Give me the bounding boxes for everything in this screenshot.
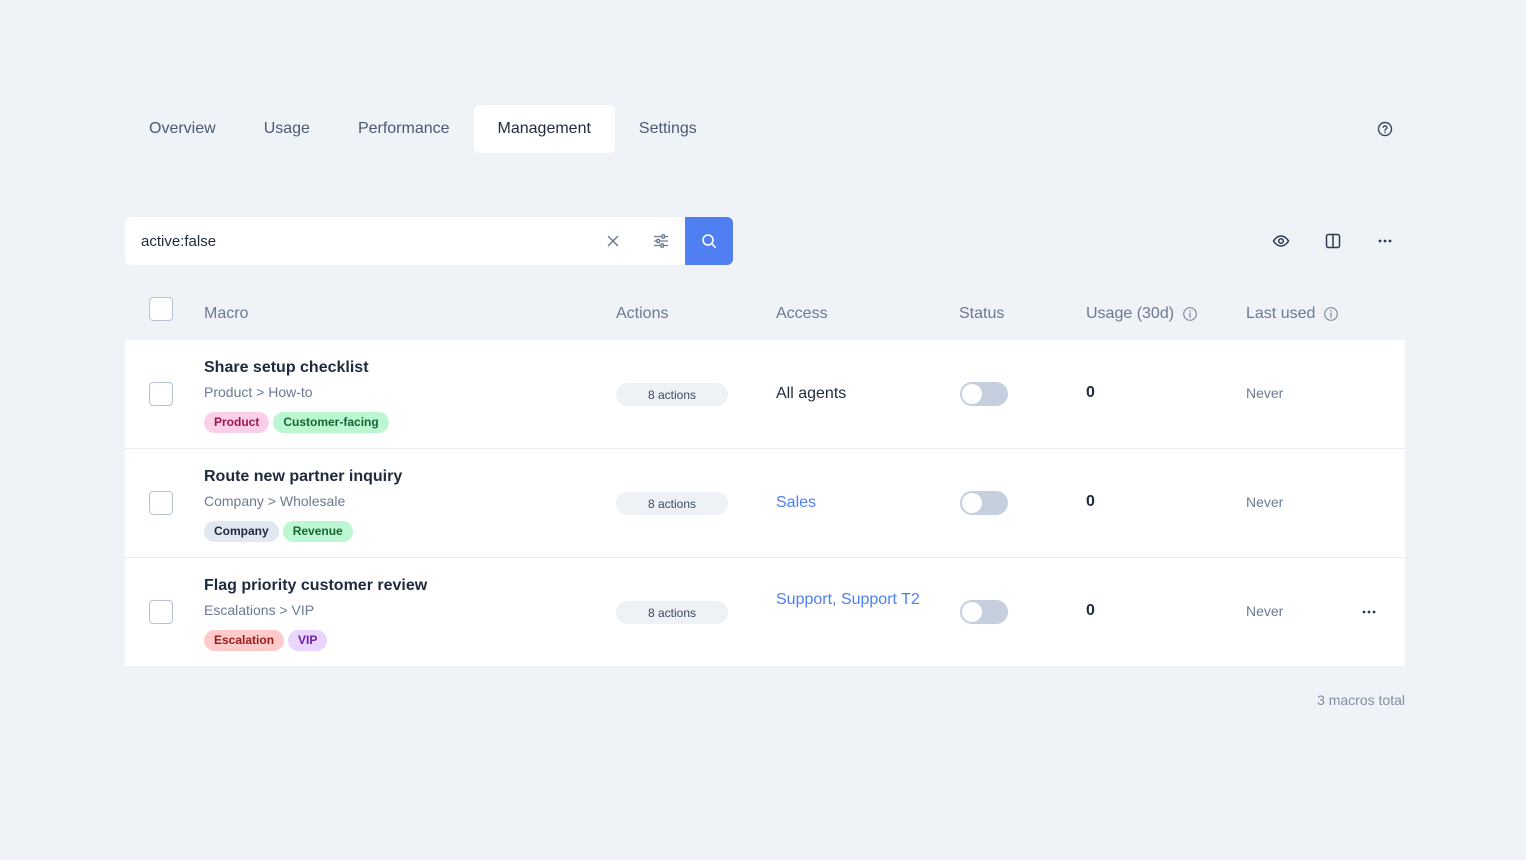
search-input[interactable] [141, 221, 581, 261]
table-row[interactable]: Flag priority customer review Escalation… [125, 558, 1405, 666]
status-toggle[interactable] [960, 600, 1008, 624]
table-header: Macro Actions Access Status Usage (30d) … [125, 290, 1405, 340]
select-all-checkbox[interactable] [149, 297, 173, 321]
access-text: All agents [776, 385, 847, 402]
status-toggle[interactable] [960, 382, 1008, 406]
tab-overview[interactable]: Overview [125, 105, 240, 153]
actions-count-badge[interactable]: 8 actions [616, 492, 728, 515]
macro-title[interactable]: Flag priority customer review [204, 577, 427, 595]
usage-count: 0 [1086, 493, 1095, 510]
row-more-icon[interactable] [1357, 600, 1381, 624]
access-link[interactable]: Sales [776, 494, 816, 511]
tab-bar: Overview Usage Performance Management Se… [125, 105, 721, 153]
column-header-macro[interactable]: Macro [204, 302, 248, 326]
tab-usage[interactable]: Usage [240, 105, 334, 153]
tag-list: Company Revenue [204, 521, 353, 542]
macro-path: Escalations > VIP [204, 602, 315, 618]
status-toggle[interactable] [960, 491, 1008, 515]
columns-icon[interactable] [1321, 229, 1345, 253]
macro-path: Company > Wholesale [204, 493, 346, 509]
row-checkbox[interactable] [149, 600, 173, 624]
tag-list: Product Customer-facing [204, 412, 389, 433]
macro-table: Share setup checklist Product > How-to P… [125, 340, 1405, 666]
column-header-last-used[interactable]: Last used [1246, 302, 1339, 326]
clear-icon[interactable] [601, 229, 625, 253]
access-links: Sales [776, 491, 926, 515]
last-used-value: Never [1246, 603, 1284, 619]
search-icon [702, 234, 716, 248]
tab-management[interactable]: Management [473, 105, 615, 153]
access-links: Support, Support T2 [776, 591, 920, 608]
tag: Escalation [204, 630, 285, 651]
tag: Company [204, 521, 279, 542]
help-icon[interactable] [1372, 116, 1398, 142]
table-row[interactable]: Share setup checklist Product > How-to P… [125, 340, 1405, 449]
tag: VIP [288, 630, 328, 651]
info-icon[interactable] [1182, 306, 1198, 322]
tag-list: Escalation VIP [204, 630, 328, 651]
row-checkbox[interactable] [149, 491, 173, 515]
tag: Customer-facing [273, 412, 389, 433]
row-checkbox[interactable] [149, 382, 173, 406]
eye-icon[interactable] [1269, 229, 1293, 253]
column-header-status[interactable]: Status [959, 302, 1004, 326]
tab-settings[interactable]: Settings [615, 105, 721, 153]
tab-performance[interactable]: Performance [334, 105, 474, 153]
filter-sliders-icon[interactable] [649, 229, 673, 253]
macro-title[interactable]: Share setup checklist [204, 359, 369, 377]
actions-count-badge[interactable]: 8 actions [616, 383, 728, 406]
tag: Product [204, 412, 270, 433]
macro-title[interactable]: Route new partner inquiry [204, 468, 402, 486]
info-icon[interactable] [1323, 306, 1339, 322]
total-count: 3 macros total [1317, 692, 1405, 708]
column-header-actions[interactable]: Actions [616, 302, 668, 326]
search-bar [125, 217, 733, 265]
access-link[interactable]: Support T2 [841, 591, 920, 608]
macro-path: Product > How-to [204, 384, 313, 400]
last-used-value: Never [1246, 494, 1284, 510]
search-button[interactable] [685, 217, 733, 265]
usage-count: 0 [1086, 602, 1095, 619]
access-link[interactable]: Support [776, 591, 832, 608]
tag: Revenue [282, 521, 353, 542]
column-header-usage[interactable]: Usage (30d) [1086, 302, 1198, 326]
actions-count-badge[interactable]: 8 actions [616, 601, 728, 624]
column-header-access[interactable]: Access [776, 302, 828, 326]
last-used-value: Never [1246, 385, 1284, 401]
usage-count: 0 [1086, 384, 1095, 401]
table-row[interactable]: Route new partner inquiry Company > Whol… [125, 449, 1405, 558]
more-horizontal-icon[interactable] [1373, 229, 1397, 253]
